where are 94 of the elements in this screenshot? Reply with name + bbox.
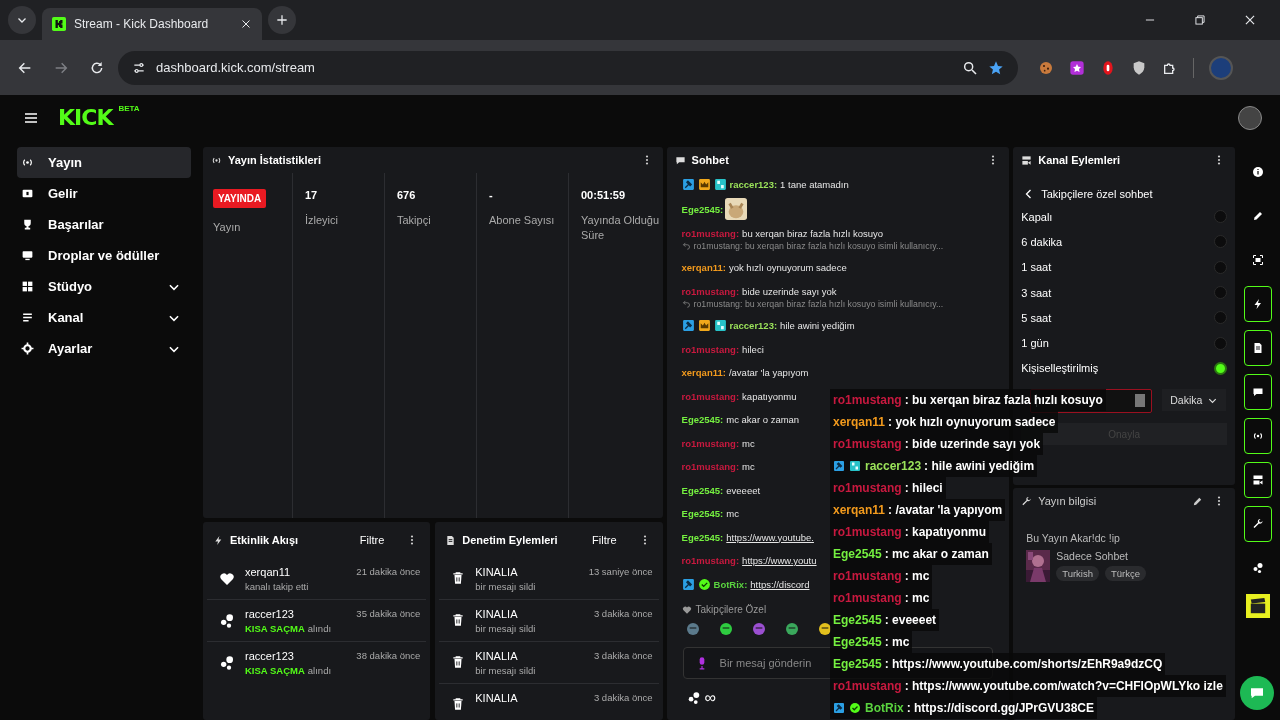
username-overlay: ro1mustang <box>833 591 902 605</box>
chat-text: mc akar o zaman <box>726 414 800 426</box>
stat-label: Abone Sayısı <box>489 213 556 228</box>
chat-text: kapatıyonmu <box>742 390 797 402</box>
option-label: Kapalı <box>1021 210 1053 223</box>
option-label: 3 saat <box>1021 286 1052 299</box>
username-overlay: xerqan11 <box>833 503 886 517</box>
panel-title: Yayın İstatistikleri <box>228 154 321 166</box>
chat-text: hile awini yediğim <box>780 320 855 332</box>
points-label: ∞ <box>704 689 716 707</box>
username-overlay: Ege2545 <box>833 657 882 671</box>
event-time: 3 dakika önce <box>593 692 653 704</box>
chat-text: bide uzerinde sayı yok <box>742 285 837 297</box>
chat-message-overlay: : mc <box>884 635 910 649</box>
chat-text: mc <box>742 461 755 473</box>
event-time: 3 dakika önce <box>593 650 653 662</box>
username-overlay: ro1mustang <box>833 393 902 407</box>
moderator-name: KINALIA <box>475 608 518 620</box>
chat-text: 1 tane atamadın <box>780 179 849 191</box>
panel-title: Yayın bilgisi <box>1038 495 1097 507</box>
event-user: xerqan11 <box>245 566 291 578</box>
event-time: 21 dakika önce <box>356 566 421 578</box>
event-detail: bir mesajı sildi <box>475 665 536 676</box>
panel-title: Denetim Eylemleri <box>462 534 558 546</box>
chat-message-overlay: : hileci <box>904 481 943 495</box>
username-overlay: Ege2545 <box>833 547 882 561</box>
reply-preview: ro1mustang: bu xerqan biraz fazla hızlı kosuyo isimli kullanıcıy... <box>693 240 944 251</box>
event-detail: alındı <box>307 665 332 676</box>
chat-text: eveeeet <box>726 484 761 496</box>
option-label: Kişiselleştirilmiş <box>1021 362 1099 375</box>
username-overlay: ro1mustang <box>833 481 902 495</box>
category-name: Sadece Sohbet <box>1056 550 1130 562</box>
chat-message-overlay: : mc <box>904 591 930 605</box>
event-time: 38 dakika önce <box>356 650 421 662</box>
stat-label: Takipçi <box>397 213 432 228</box>
chat-message-overlay: : kapatıyonmu <box>904 525 987 539</box>
event-time: 3 dakika önce <box>593 608 653 620</box>
option-label: 6 dakika <box>1021 235 1063 248</box>
moderator-name: KINALIA <box>475 650 518 662</box>
stat-label: İzleyici <box>305 213 339 228</box>
username-overlay: xerqan11 <box>833 415 886 429</box>
chat-message-overlay: : https://www.youtube.com/watch?v=CHFIOpWLYko izle <box>904 679 1223 693</box>
beta-label: BETA <box>118 104 140 113</box>
username-overlay: ro1mustang <box>833 569 902 583</box>
event-detail: bir mesajı sildi <box>475 581 536 592</box>
option-label: 1 gün <box>1021 337 1049 350</box>
url-text: dashboard.kick.com/stream <box>156 60 315 75</box>
followers-only-label: Takipçilere Özel <box>695 604 767 615</box>
stat-label: Yayın <box>213 220 242 235</box>
username-overlay: raccer123 <box>865 459 922 473</box>
chat-text: yok hızlı oynuyorum sadece <box>728 262 847 274</box>
stat-value: 17 <box>305 189 319 201</box>
stream-title: Bu Yayın Akar!dc !ip <box>1025 531 1121 546</box>
event-user: raccer123 <box>245 650 294 662</box>
option-label: 1 saat <box>1021 261 1052 274</box>
event-time: 35 dakika önce <box>356 608 421 620</box>
chat-message-overlay: : hile awini yediğim <box>924 459 1035 473</box>
username-overlay: Ege2545 <box>833 613 882 627</box>
chat-message-overlay: : https://discord.gg/JPrGVU38CE <box>906 701 1095 715</box>
stat-value: - <box>489 189 494 201</box>
event-user: raccer123 <box>245 608 294 620</box>
chat-text: /avatar 'la yapıyom <box>728 367 809 379</box>
event-detail: kanalı takip etti <box>245 581 309 592</box>
username-overlay: ro1mustang <box>833 437 902 451</box>
stat-value: 676 <box>397 189 417 201</box>
moderator-name: KINALIA <box>475 566 518 578</box>
live-badge: YAYINDA <box>213 189 267 208</box>
panel-title: Etkinlik Akışı <box>230 534 299 546</box>
chat-message-overlay: : mc akar o zaman <box>884 547 989 561</box>
chat-text: mc <box>742 437 755 449</box>
reply-preview: ro1mustang: bu xerqan biraz fazla hızlı kosuyo isimli kullanıcıy... <box>693 298 944 309</box>
chat-message-overlay: : eveeeet <box>884 613 937 627</box>
chat-text: hileci <box>742 343 764 355</box>
option-label: 5 saat <box>1021 311 1052 324</box>
username-overlay: Ege2545 <box>833 635 882 649</box>
chat-message-overlay: : mc <box>904 569 930 583</box>
reward-name: KISA SAÇMA <box>245 665 305 676</box>
chat-message-overlay: : /avatar 'la yapıyom <box>888 503 1003 517</box>
stat-label: Yayında Olduğu Süre <box>581 213 661 243</box>
username-overlay: ro1mustang <box>833 525 902 539</box>
tab-title: Stream - Kick Dashboard <box>74 17 210 31</box>
username-overlay: BotRix <box>865 701 904 715</box>
event-detail: bir mesajı sildi <box>475 623 536 634</box>
moderator-name: KINALIA <box>475 692 518 704</box>
chat-text: bu xerqan biraz fazla hızlı kosuyo <box>742 227 884 239</box>
chat-message-overlay: : bu xerqan biraz fazla hızlı kosuyo <box>904 393 1103 407</box>
username-overlay: ro1mustang <box>833 679 902 693</box>
panel-title: Kanal Eylemleri <box>1038 154 1121 166</box>
reward-name: KISA SAÇMA <box>245 623 305 634</box>
chat-text: mc <box>726 508 739 520</box>
event-detail: alındı <box>307 623 332 634</box>
panel-title: Sohbet <box>691 154 729 166</box>
event-time: 13 saniye önce <box>588 566 653 578</box>
stat-value: 00:51:59 <box>581 189 627 201</box>
